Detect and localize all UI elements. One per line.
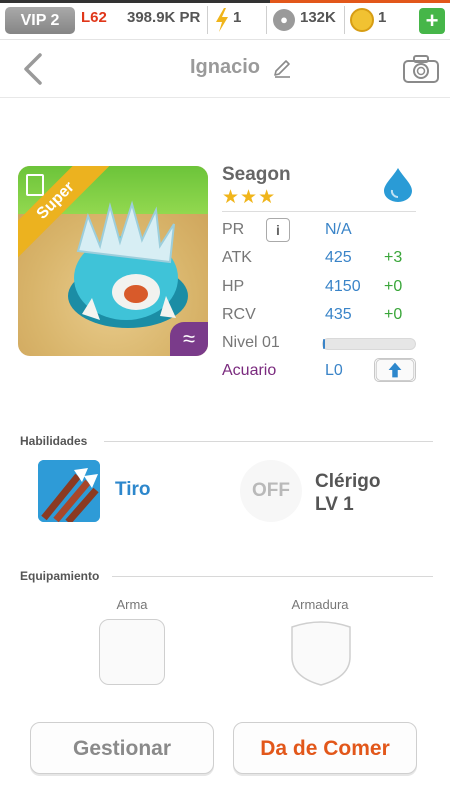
rcv-label: RCV	[222, 306, 256, 323]
star-rating: ★★★	[222, 187, 277, 208]
accent-stripe	[0, 0, 450, 3]
skill-tiro-icon[interactable]	[38, 460, 100, 522]
energy-count: 1	[233, 9, 242, 26]
arrow-volley-icon	[38, 460, 100, 522]
coin-icon	[350, 8, 374, 32]
info-icon[interactable]: i	[266, 218, 290, 242]
food-count: 132K	[300, 9, 336, 26]
armor-label: Armadura	[291, 597, 349, 612]
divider	[112, 576, 433, 577]
weapon-slot[interactable]	[99, 619, 165, 685]
pr-value: N/A	[325, 221, 352, 238]
level-label: Nivel 01	[222, 334, 280, 351]
resource-bar: VIP 2 L62 398.9K PR 1 ● 132K 1 +	[0, 0, 450, 40]
atk-bonus: +3	[384, 249, 403, 266]
hp-bonus: +0	[384, 278, 403, 295]
monster-portrait[interactable]: Super ≈	[18, 166, 208, 356]
rcv-value: 435	[325, 306, 352, 323]
armor-slot[interactable]	[288, 619, 354, 687]
lightning-icon	[216, 8, 228, 32]
skill-clerigo-level: LV 1	[315, 494, 354, 515]
water-element-badge: ≈	[170, 322, 208, 356]
divider	[344, 6, 345, 34]
pr-label: PR	[222, 221, 245, 238]
skill-clerigo-icon[interactable]: OFF	[240, 460, 302, 522]
upgrade-arrow-button[interactable]	[374, 358, 416, 382]
add-currency-button[interactable]: +	[419, 8, 445, 34]
divider	[266, 6, 267, 34]
edit-pencil-icon[interactable]	[272, 58, 292, 78]
divider	[207, 6, 208, 34]
atk-value: 425	[325, 249, 352, 266]
hp-label: HP	[222, 278, 245, 295]
player-level: L62	[81, 9, 107, 26]
vip-badge[interactable]: VIP 2	[5, 7, 75, 34]
document-icon[interactable]	[26, 174, 44, 196]
habitat-level: L0	[325, 362, 343, 379]
water-drop-icon	[384, 168, 412, 202]
player-power: 398.9K PR	[127, 9, 201, 26]
habitat-label[interactable]: Acuario	[222, 362, 276, 380]
monster-name: Seagon	[222, 164, 291, 185]
hp-value: 4150	[325, 278, 361, 295]
seagon-creature-image	[68, 200, 188, 328]
level-progress-fill	[323, 339, 325, 349]
rcv-bonus: +0	[384, 306, 403, 323]
page-title: Ignacio	[189, 56, 260, 78]
camera-icon[interactable]	[402, 54, 440, 84]
feed-button[interactable]: Da de Comer	[233, 722, 417, 774]
atk-label: ATK	[222, 249, 252, 266]
paw-icon: ●	[273, 9, 295, 31]
equipment-section-title: Equipamiento	[20, 569, 100, 583]
skill-tiro-name: Tiro	[115, 479, 151, 500]
skills-section-title: Habilidades	[20, 434, 88, 448]
manage-button[interactable]: Gestionar	[30, 722, 214, 774]
page-header: Ignacio	[0, 40, 450, 98]
level-progress-bar	[322, 338, 416, 350]
skill-clerigo-name: Clérigo	[315, 471, 381, 492]
weapon-label: Arma	[116, 597, 148, 612]
divider	[222, 211, 416, 212]
divider	[104, 441, 433, 442]
coin-count: 1	[378, 9, 387, 26]
